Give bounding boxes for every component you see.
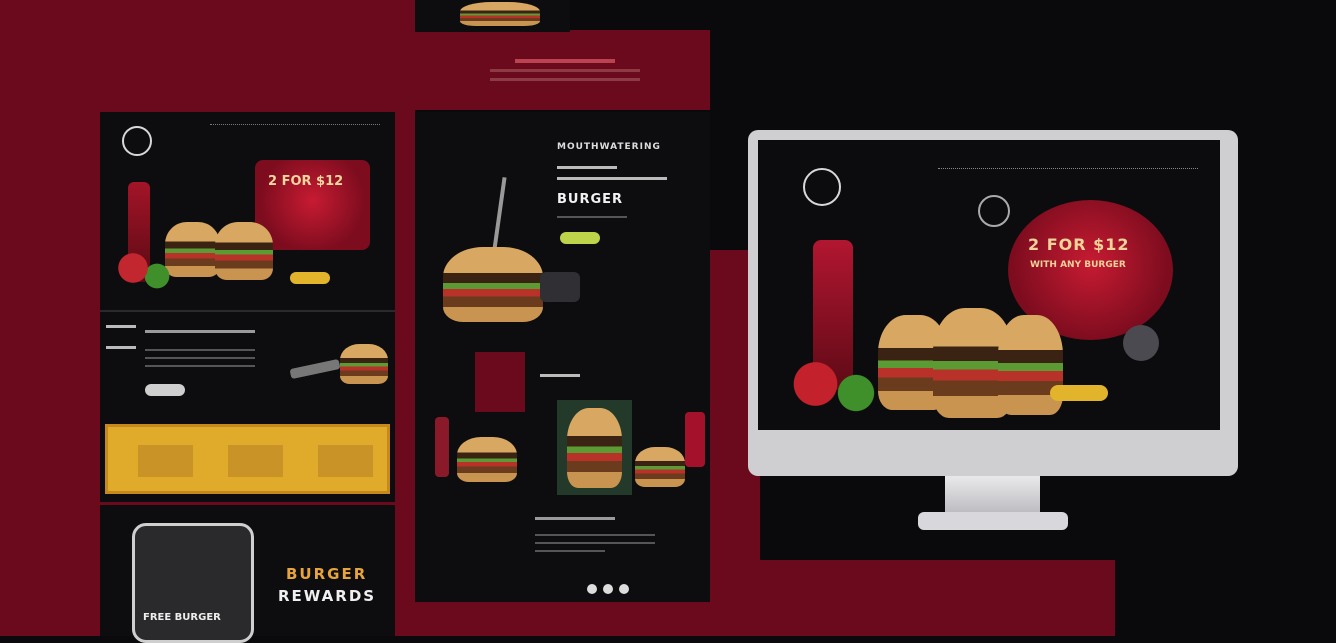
vegetables-image xyxy=(793,360,883,420)
nav-menu[interactable] xyxy=(938,168,1198,172)
nav-menu[interactable] xyxy=(210,124,380,129)
read-more-button[interactable] xyxy=(145,384,185,396)
bottle-image xyxy=(435,417,449,477)
hero-subtitle: WITH ANY BURGER xyxy=(1030,260,1126,270)
monitor-base xyxy=(918,512,1068,530)
middle-site-mockup: MOUTHWATERING BURGER xyxy=(415,112,710,602)
burger-image xyxy=(457,437,517,482)
rewards-title-bottom: REWARDS xyxy=(278,587,377,605)
burger-image xyxy=(460,2,540,26)
monitor-neck xyxy=(945,476,1040,516)
section-divider xyxy=(100,310,395,312)
monitor-screen: 2 FOR $12 WITH ANY BURGER xyxy=(758,140,1220,430)
social-icon[interactable] xyxy=(619,584,629,594)
fork-icon xyxy=(978,195,1010,227)
headline-bottom: BURGER xyxy=(557,192,624,207)
mobile-site-mockup: 2 FOR $12 xyxy=(100,112,395,502)
monitor-frame: 2 FOR $12 WITH ANY BURGER xyxy=(748,130,1238,476)
gallery-item[interactable] xyxy=(630,412,710,492)
bottle-image xyxy=(685,412,705,467)
hamburger-menu-icon[interactable] xyxy=(106,325,136,349)
headline-lines xyxy=(557,166,667,180)
headline-top: MOUTHWATERING xyxy=(557,142,661,152)
cta-button[interactable] xyxy=(560,232,600,244)
logo-icon xyxy=(122,126,152,156)
about-text-lines xyxy=(145,330,255,367)
order-button[interactable] xyxy=(290,272,330,284)
rewards-mockup: FREE BURGER BURGER REWARDS xyxy=(100,505,395,643)
promo-card[interactable] xyxy=(138,445,193,477)
gallery-item[interactable] xyxy=(427,412,527,487)
plate-image xyxy=(1123,325,1159,361)
phone-screen-text: FREE BURGER xyxy=(143,612,221,623)
side-dish-image xyxy=(540,272,580,302)
promo-card[interactable] xyxy=(318,445,373,477)
promo-text: 2 FOR $12 xyxy=(268,174,344,189)
phone-frame: FREE BURGER xyxy=(132,523,254,643)
promo-card[interactable] xyxy=(228,445,283,477)
burger-image xyxy=(635,447,685,487)
order-button[interactable] xyxy=(1050,385,1108,401)
social-icon[interactable] xyxy=(603,584,613,594)
hero-title: 2 FOR $12 xyxy=(1028,235,1130,254)
skewer-icon xyxy=(491,177,507,257)
burger-image xyxy=(567,408,622,488)
vegetables-image xyxy=(115,252,175,292)
burger-image xyxy=(443,247,543,322)
footer-lines xyxy=(535,517,655,552)
intro-line xyxy=(557,216,627,218)
burger-image xyxy=(215,222,273,280)
top-strip-lines xyxy=(490,55,640,87)
social-icon[interactable] xyxy=(587,584,597,594)
logo-icon xyxy=(803,168,841,206)
social-icons[interactable] xyxy=(587,579,635,598)
gallery-item[interactable] xyxy=(557,400,632,495)
promo-strip xyxy=(105,424,390,494)
top-strip-panel xyxy=(415,0,570,32)
knife-image xyxy=(289,358,341,380)
rewards-title-top: BURGER xyxy=(286,565,368,583)
burger-image xyxy=(340,344,388,384)
gallery-title xyxy=(540,374,580,377)
red-block xyxy=(475,352,525,412)
